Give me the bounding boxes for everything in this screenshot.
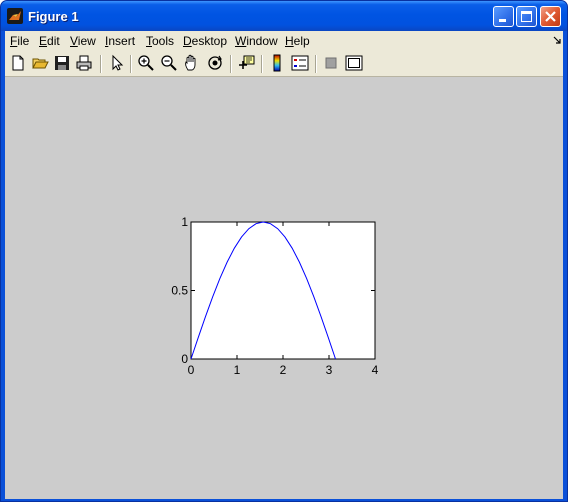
y-tick-label: 0 xyxy=(181,352,188,366)
y-tick-label: 0.5 xyxy=(171,284,188,298)
toolbar-separator xyxy=(230,55,232,73)
rotate-3d-icon[interactable] xyxy=(206,54,224,72)
open-file-icon[interactable] xyxy=(31,54,49,72)
minimize-button[interactable] xyxy=(493,6,514,27)
matlab-logo-icon xyxy=(7,8,23,24)
toolbar-separator xyxy=(315,55,317,73)
toolbar-separator xyxy=(100,55,102,73)
data-cursor-icon[interactable] xyxy=(237,54,255,72)
x-tick-label: 3 xyxy=(326,363,333,377)
figure-toolbar xyxy=(5,51,563,77)
show-plot-tools-icon[interactable] xyxy=(345,54,363,72)
menu-edit[interactable]: Edit xyxy=(39,34,60,48)
menu-help[interactable]: Help xyxy=(285,34,310,48)
menu-window[interactable]: Window xyxy=(235,34,278,48)
x-tick-label: 4 xyxy=(372,363,379,377)
print-figure-icon[interactable] xyxy=(75,54,93,72)
insert-legend-icon[interactable] xyxy=(291,54,309,72)
figure-canvas[interactable]: 0 1 2 3 4 0 0.5 1 xyxy=(5,77,563,499)
figure-window: Figure 1 File Edit View Insert Tools Des… xyxy=(0,0,568,502)
menu-insert[interactable]: Insert xyxy=(105,34,135,48)
menu-file[interactable]: File xyxy=(10,34,29,48)
x-tick-label: 1 xyxy=(234,363,241,377)
x-tick-label: 2 xyxy=(280,363,287,377)
dock-figure-icon[interactable] xyxy=(553,36,561,45)
pan-icon[interactable] xyxy=(183,54,201,72)
menu-desktop[interactable]: Desktop xyxy=(183,34,227,48)
close-icon xyxy=(545,11,556,22)
window-client-area: File Edit View Insert Tools Desktop Wind… xyxy=(5,31,563,499)
window-title: Figure 1 xyxy=(28,9,79,24)
toolbar-separator xyxy=(130,55,132,73)
x-tick-label: 0 xyxy=(188,363,195,377)
hide-plot-tools-icon[interactable] xyxy=(322,54,340,72)
new-figure-icon[interactable] xyxy=(9,54,27,72)
toolbar-separator xyxy=(261,55,263,73)
zoom-in-icon[interactable] xyxy=(137,54,155,72)
menu-bar: File Edit View Insert Tools Desktop Wind… xyxy=(5,31,563,51)
axes-box[interactable] xyxy=(190,221,376,360)
maximize-icon xyxy=(521,11,532,22)
y-tick-label: 1 xyxy=(181,215,188,229)
menu-tools[interactable]: Tools xyxy=(146,34,174,48)
close-button[interactable] xyxy=(540,6,561,27)
insert-colorbar-icon[interactable] xyxy=(268,54,286,72)
plot-axes[interactable]: 0 1 2 3 4 0 0.5 1 xyxy=(5,77,563,499)
minimize-icon xyxy=(499,19,506,22)
menu-view[interactable]: View xyxy=(70,34,96,48)
save-figure-icon[interactable] xyxy=(53,54,71,72)
edit-plot-icon[interactable] xyxy=(108,54,126,72)
zoom-out-icon[interactable] xyxy=(160,54,178,72)
maximize-button[interactable] xyxy=(516,6,537,27)
title-bar[interactable]: Figure 1 xyxy=(1,1,567,31)
